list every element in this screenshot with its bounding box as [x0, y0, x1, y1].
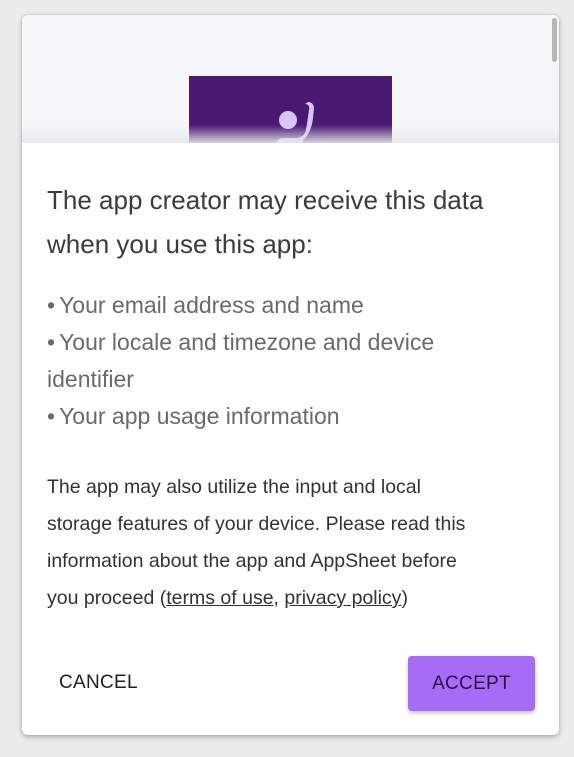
terms-of-use-link[interactable]: terms of use — [166, 587, 273, 609]
privacy-policy-link[interactable]: privacy policy — [284, 587, 401, 609]
notice-suffix: ) — [401, 587, 408, 609]
notice-line-4: you proceed (terms of use, privacy polic… — [47, 580, 542, 617]
notice-line-2: storage features of your device. Please … — [47, 513, 466, 535]
list-item: • Your locale and timezone and device — [47, 324, 547, 361]
dialog-header-area — [22, 15, 559, 143]
cancel-button[interactable]: CANCEL — [46, 658, 146, 708]
list-item: • Your email address and name — [47, 287, 547, 324]
heading-line-1: The app creator may receive this data — [47, 185, 484, 215]
dialog-heading: The app creator may receive this data wh… — [47, 178, 547, 266]
collected-data-list: • Your email address and name • Your local… — [47, 287, 547, 435]
notice-line-1: The app may also utilize the input and l… — [47, 476, 421, 498]
scrollbar-thumb[interactable] — [552, 18, 557, 62]
notice-prefix: you proceed ( — [47, 587, 167, 609]
person-waving-icon — [276, 102, 314, 143]
bullet: • — [47, 292, 56, 318]
link-separator: , — [273, 587, 285, 609]
list-item-text: Your email address and name — [59, 292, 364, 318]
list-item-continuation: identifier — [47, 361, 547, 398]
consent-dialog: The app creator may receive this data wh… — [22, 15, 559, 735]
list-item: • Your app usage information — [47, 398, 547, 435]
bullet: • — [47, 403, 56, 429]
list-item-text: Your app usage information — [59, 403, 340, 429]
list-item-text: Your locale and timezone and device — [59, 329, 435, 355]
app-banner — [189, 76, 392, 143]
notice-line-3: information about the app and AppSheet b… — [47, 550, 457, 572]
accept-button[interactable]: ACCEPT — [408, 656, 535, 711]
usage-notice: The app may also utilize the input and l… — [47, 469, 542, 617]
bullet: • — [47, 329, 56, 355]
list-item-text: identifier — [47, 366, 134, 392]
heading-line-2: when you use this app: — [47, 229, 313, 259]
